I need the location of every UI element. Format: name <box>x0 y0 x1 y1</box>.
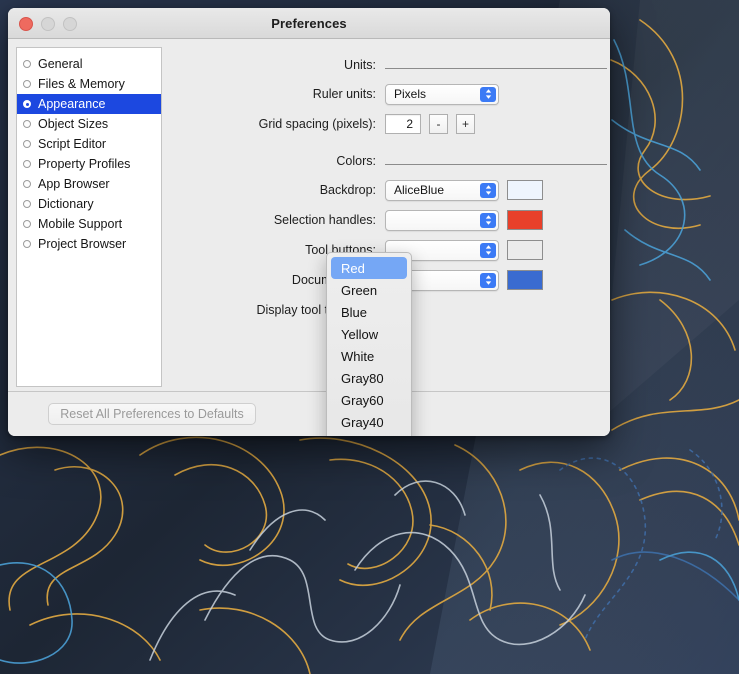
tool-buttons-color-swatch[interactable] <box>507 240 543 260</box>
ruler-units-select[interactable]: Pixels <box>385 83 499 105</box>
sidebar-item-appearance[interactable]: Appearance <box>17 94 161 114</box>
color-dropdown-menu[interactable]: Red Green Blue Yellow White Gray80 Gray6… <box>326 252 412 436</box>
radio-icon <box>23 220 31 228</box>
sidebar-item-label: Property Profiles <box>38 157 131 171</box>
sidebar-item-label: Project Browser <box>38 237 127 251</box>
grid-spacing-input[interactable]: 2 <box>385 114 421 134</box>
reset-all-preferences-button[interactable]: Reset All Preferences to Defaults <box>48 403 256 425</box>
sidebar-item-project-browser[interactable]: Project Browser <box>17 234 161 254</box>
menu-item-gray60[interactable]: Gray60 <box>327 389 411 411</box>
selection-handles-color-swatch[interactable] <box>507 210 543 230</box>
radio-icon <box>23 120 31 128</box>
backdrop-row: Backdrop: AliceBlue <box>162 175 610 205</box>
window-body: General Files & Memory Appearance Object… <box>8 39 610 436</box>
menu-item-yellow[interactable]: Yellow <box>327 323 411 345</box>
minimize-window-button[interactable] <box>41 17 55 31</box>
menu-item-gray80[interactable]: Gray80 <box>327 367 411 389</box>
colors-section-header: Colors: <box>162 147 610 175</box>
chevron-up-down-icon[interactable] <box>480 212 496 228</box>
menu-item-gray40[interactable]: Gray40 <box>327 411 411 433</box>
traffic-light-group <box>19 17 77 31</box>
selection-handles-select[interactable] <box>385 209 499 231</box>
menu-item-white[interactable]: White <box>327 345 411 367</box>
sidebar-item-property-profiles[interactable]: Property Profiles <box>17 154 161 174</box>
units-section-header: Units: <box>162 51 610 79</box>
sidebar-item-label: Dictionary <box>38 197 94 211</box>
grid-spacing-increment-button[interactable]: + <box>456 114 475 134</box>
backdrop-select[interactable]: AliceBlue <box>385 179 499 201</box>
sidebar-item-files-memory[interactable]: Files & Memory <box>17 74 161 94</box>
close-window-button[interactable] <box>19 17 33 31</box>
window-footer: Reset All Preferences to Defaults <box>8 391 610 436</box>
chevron-up-down-icon[interactable] <box>480 182 496 198</box>
sidebar-item-label: Appearance <box>38 97 106 111</box>
ruler-units-row: Ruler units: Pixels <box>162 79 610 109</box>
menu-item-green[interactable]: Green <box>327 279 411 301</box>
maximize-window-button[interactable] <box>63 17 77 31</box>
sidebar-item-label: General <box>38 57 83 71</box>
preferences-category-list[interactable]: General Files & Memory Appearance Object… <box>16 47 162 387</box>
radio-icon <box>23 60 31 68</box>
sidebar-item-object-sizes[interactable]: Object Sizes <box>17 114 161 134</box>
section-divider <box>385 163 607 165</box>
units-section-label: Units: <box>344 58 376 72</box>
sidebar-item-script-editor[interactable]: Script Editor <box>17 134 161 154</box>
sidebar-item-general[interactable]: General <box>17 54 161 74</box>
grid-spacing-label: Grid spacing (pixels): <box>258 117 376 131</box>
ruler-units-label: Ruler units: <box>312 87 376 101</box>
window-titlebar[interactable]: Preferences <box>8 8 610 39</box>
radio-icon <box>23 160 31 168</box>
preferences-window: Preferences General Files & Memory Appea… <box>8 8 610 436</box>
sidebar-item-dictionary[interactable]: Dictionary <box>17 194 161 214</box>
sidebar-item-label: Object Sizes <box>38 117 109 131</box>
menu-item-gray20[interactable]: Gray20 <box>327 433 411 436</box>
section-divider <box>385 67 607 69</box>
colors-section-label: Colors: <box>336 154 376 168</box>
menu-item-red[interactable]: Red <box>331 257 407 279</box>
chevron-up-down-icon[interactable] <box>480 242 496 258</box>
selection-handles-label: Selection handles: <box>273 213 376 227</box>
sidebar-item-label: Mobile Support <box>38 217 123 231</box>
chevron-up-down-icon[interactable] <box>480 86 496 102</box>
radio-icon <box>23 200 31 208</box>
radio-icon <box>23 180 31 188</box>
radio-icon <box>23 140 31 148</box>
sidebar-item-label: Script Editor <box>38 137 107 151</box>
backdrop-value: AliceBlue <box>394 183 445 197</box>
grid-spacing-decrement-button[interactable]: - <box>429 114 448 134</box>
radio-icon <box>23 240 31 248</box>
backdrop-label: Backdrop: <box>319 183 376 197</box>
window-title: Preferences <box>271 15 347 31</box>
ruler-units-value: Pixels <box>394 87 427 101</box>
sidebar-item-label: Files & Memory <box>38 77 125 91</box>
backdrop-color-swatch[interactable] <box>507 180 543 200</box>
radio-selected-icon <box>23 100 31 108</box>
sidebar-item-label: App Browser <box>38 177 110 191</box>
sidebar-item-app-browser[interactable]: App Browser <box>17 174 161 194</box>
documentation-color-swatch[interactable] <box>507 270 543 290</box>
chevron-up-down-icon[interactable] <box>480 272 496 288</box>
grid-spacing-row: Grid spacing (pixels): 2 - + <box>162 109 610 139</box>
menu-item-blue[interactable]: Blue <box>327 301 411 323</box>
selection-handles-row: Selection handles: <box>162 205 610 235</box>
radio-icon <box>23 80 31 88</box>
sidebar-item-mobile-support[interactable]: Mobile Support <box>17 214 161 234</box>
